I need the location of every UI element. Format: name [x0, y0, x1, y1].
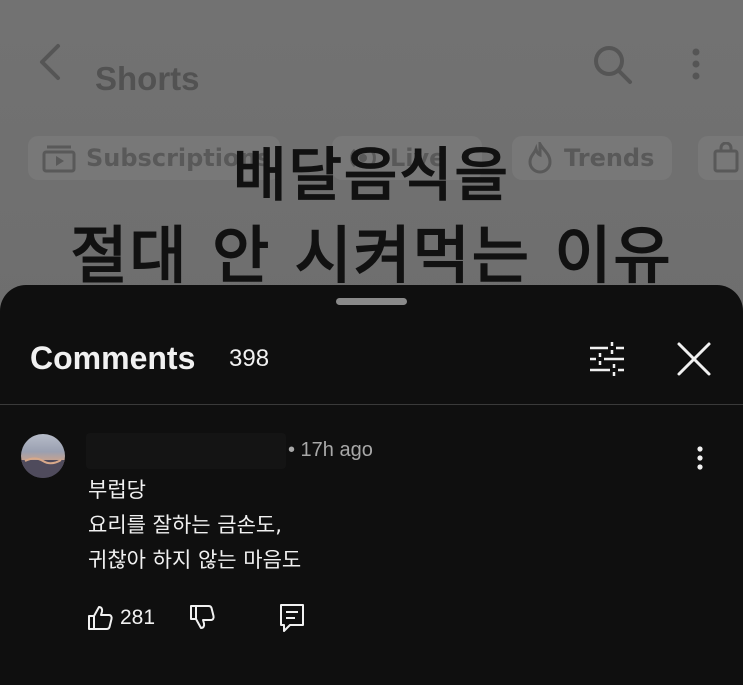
- avatar[interactable]: [21, 434, 65, 478]
- like-button[interactable]: 281: [86, 601, 155, 635]
- more-vert-icon[interactable]: [688, 443, 712, 473]
- search-icon[interactable]: [590, 42, 634, 86]
- thumbs-up-icon: [86, 604, 114, 632]
- sort-filter-icon[interactable]: [584, 337, 630, 381]
- comment-text: 부럽당 요리를 잘하는 금손도, 귀찮아 하지 않는 마음도: [88, 473, 301, 578]
- comments-title: Comments: [30, 340, 196, 376]
- shorts-header: Shorts: [0, 20, 743, 104]
- reply-icon[interactable]: [276, 601, 308, 635]
- video-caption-line2: 절대 안 시켜먹는 이유: [70, 219, 673, 292]
- comments-sheet: Comments 398 • 17h ago 부럽당 요리를 잘하는 금손도, …: [0, 285, 743, 685]
- comment-line: 귀찮아 하지 않는 마음도: [88, 548, 302, 572]
- more-vert-icon[interactable]: [688, 44, 704, 84]
- drag-handle[interactable]: [336, 298, 407, 305]
- author-name-redacted[interactable]: [86, 433, 286, 469]
- comments-count: 398: [229, 345, 270, 372]
- thumbs-down-icon[interactable]: [186, 601, 218, 635]
- close-icon[interactable]: [670, 335, 718, 383]
- video-caption-line1: 배달음식을: [233, 141, 510, 209]
- comment-item: • 17h ago 부럽당 요리를 잘하는 금손도, 귀찮아 하지 않는 마음도…: [0, 405, 743, 675]
- back-arrow-icon[interactable]: [36, 42, 64, 82]
- comment-line: 부럽당: [88, 478, 146, 502]
- comment-timestamp: • 17h ago: [288, 439, 373, 461]
- shorts-title: Shorts: [95, 60, 200, 97]
- comment-line: 요리를 잘하는 금손도,: [88, 513, 282, 537]
- like-count: 281: [120, 606, 156, 629]
- comment-actions: 281: [86, 601, 326, 635]
